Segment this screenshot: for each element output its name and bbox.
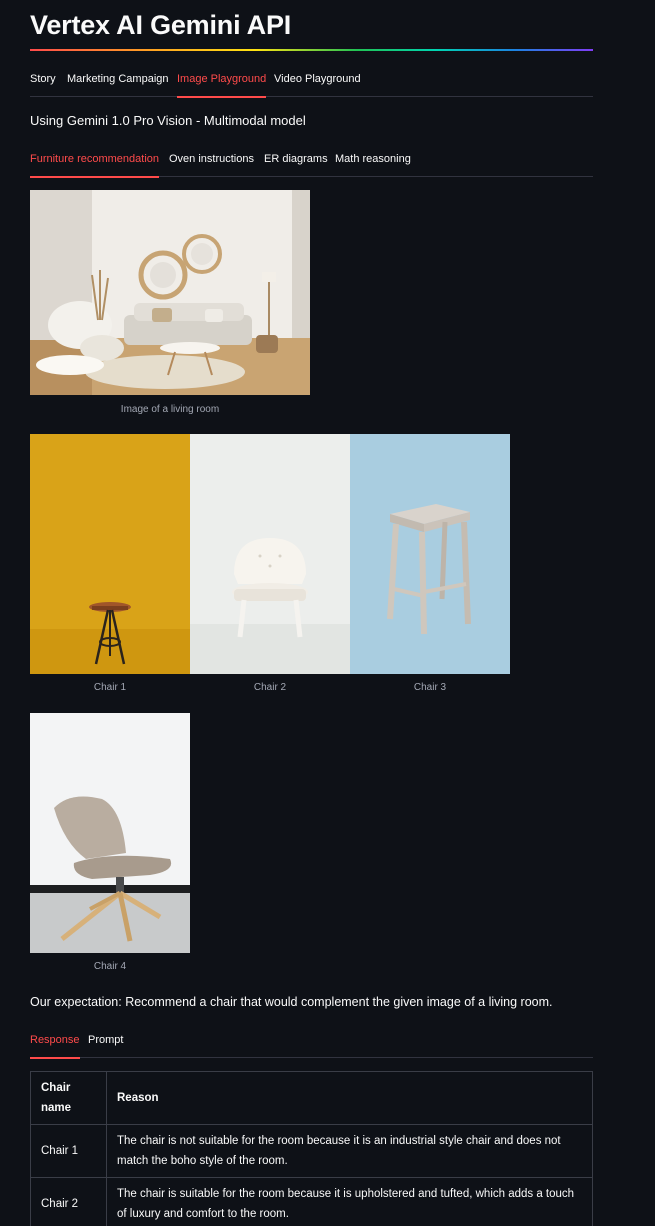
chair-2-image: [190, 434, 350, 674]
reason-cell: The chair is suitable for the room becau…: [106, 1177, 593, 1226]
main-tab-bar: Story Marketing Campaign Image Playgroun…: [30, 69, 593, 98]
column-header-chair-name: Chair name: [30, 1071, 107, 1125]
tab-story[interactable]: Story: [30, 69, 56, 97]
chair-3-image: [350, 434, 510, 674]
tab-image-playground[interactable]: Image Playground: [177, 69, 267, 98]
chair-2-caption: Chair 2: [253, 682, 287, 693]
chair-3-caption: Chair 3: [413, 682, 447, 693]
table-row: Chair 2 The chair is suitable for the ro…: [30, 1177, 593, 1226]
chair-4-caption: Chair 4: [93, 961, 127, 972]
tab-furniture-recommendation[interactable]: Furniture recommendation: [30, 149, 160, 178]
model-subtitle: Using Gemini 1.0 Pro Vision - Multimodal…: [30, 113, 306, 128]
tab-prompt[interactable]: Prompt: [88, 1030, 123, 1058]
tab-response[interactable]: Response: [30, 1030, 80, 1059]
table-header-row: Chair name Reason: [30, 1071, 593, 1125]
reason-cell: The chair is not suitable for the room b…: [106, 1124, 593, 1178]
tab-video-playground[interactable]: Video Playground: [274, 69, 361, 97]
room-image-caption: Image of a living room: [120, 404, 220, 415]
response-table: Chair name Reason Chair 1 The chair is n…: [30, 1071, 593, 1226]
chair-name-cell: Chair 1: [30, 1124, 107, 1178]
tab-math-reasoning[interactable]: Math reasoning: [335, 149, 411, 177]
tab-oven-instructions[interactable]: Oven instructions: [169, 149, 254, 177]
chair-1-caption: Chair 1: [93, 682, 127, 693]
tab-marketing-campaign[interactable]: Marketing Campaign: [67, 69, 169, 97]
living-room-image: [30, 190, 310, 395]
example-tab-bar: Furniture recommendation Oven instructio…: [30, 149, 593, 178]
tab-er-diagrams[interactable]: ER diagrams: [264, 149, 328, 177]
chair-name-cell: Chair 2: [30, 1177, 107, 1226]
page-title: Vertex AI Gemini API: [30, 10, 292, 40]
title-divider: [30, 49, 593, 51]
result-tab-bar: Response Prompt: [30, 1030, 593, 1059]
expectation-text: Our expectation: Recommend a chair that …: [30, 995, 553, 1009]
chair-4-image: [30, 713, 190, 953]
table-row: Chair 1 The chair is not suitable for th…: [30, 1124, 593, 1178]
chair-1-image: [30, 434, 190, 674]
column-header-reason: Reason: [106, 1071, 593, 1125]
